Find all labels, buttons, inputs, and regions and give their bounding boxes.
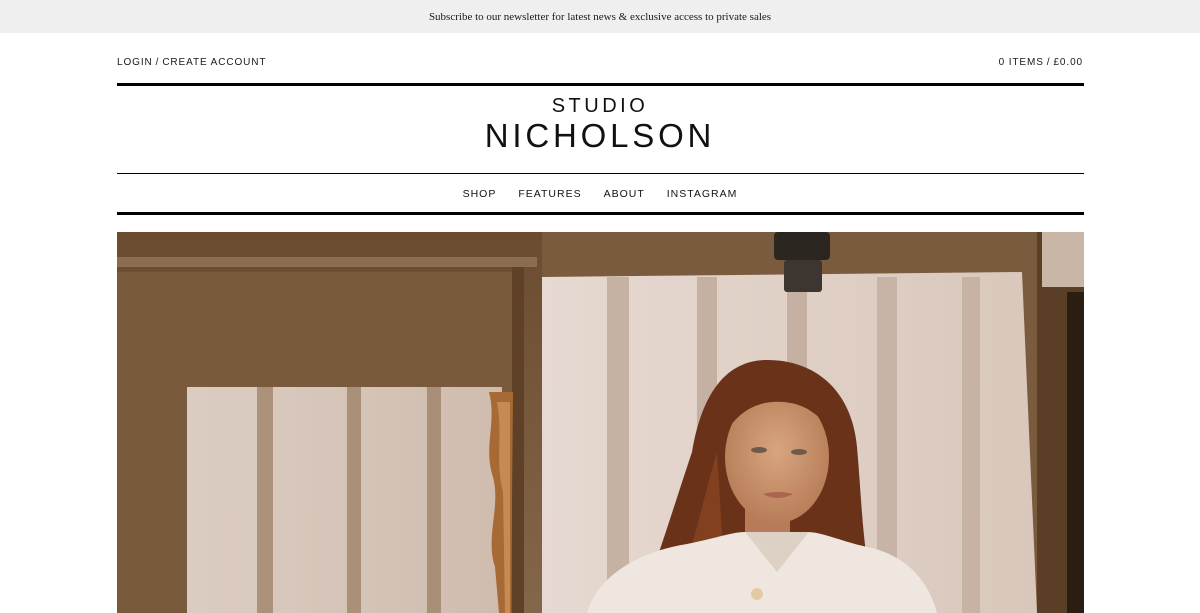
newsletter-link[interactable]: Subscribe to our newsletter for latest n… [429,11,771,23]
account-separator: / [155,57,160,68]
account-links: LOGIN / CREATE ACCOUNT [117,57,266,68]
cart-separator: / [1046,57,1051,68]
cart-link[interactable]: 0 ITEMS / £0.00 [999,57,1083,68]
announcement-bar: Subscribe to our newsletter for latest n… [0,0,1200,33]
nav-item-instagram[interactable]: INSTAGRAM [667,187,738,201]
nav-item-features[interactable]: FEATURES [518,187,581,201]
cart-total: £0.00 [1053,57,1083,68]
create-account-link[interactable]: CREATE ACCOUNT [162,57,266,68]
nav-item-shop[interactable]: SHOP [463,187,497,201]
header-top-rule [117,83,1084,86]
cart-item-count: 0 ITEMS [998,57,1044,68]
main-nav: SHOP FEATURES ABOUT INSTAGRAM [0,187,1200,201]
logo-line-nicholson: NICHOLSON [484,117,716,154]
hero-photo-illustration [117,232,1084,613]
hero-image[interactable] [117,232,1084,613]
nav-item-about[interactable]: ABOUT [604,187,645,201]
login-link[interactable]: LOGIN [117,57,153,68]
logo-line-studio: STUDIO [551,95,649,117]
header-middle-rule [117,173,1084,174]
brand-logo[interactable]: STUDIO NICHOLSON [0,93,1200,154]
header-bottom-rule [117,212,1084,215]
